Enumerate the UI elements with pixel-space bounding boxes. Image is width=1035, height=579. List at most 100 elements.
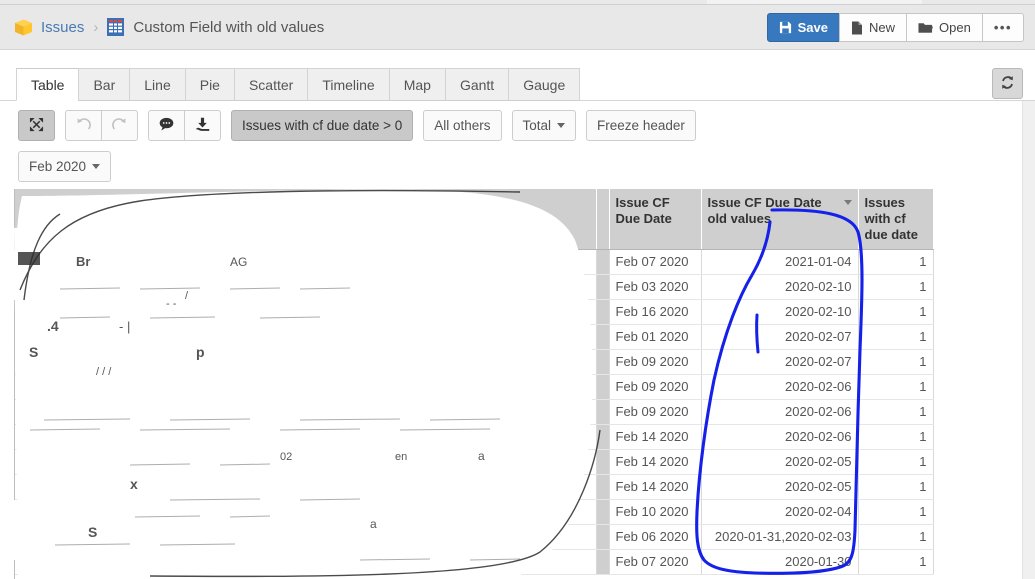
tab-line[interactable]: Line [129,68,185,101]
cell-issue-cf-due-date: Feb 03 2020 [609,274,701,299]
table-cell-hidden-group [15,349,596,374]
redo-icon [112,117,127,135]
table-row[interactable]: Feb 07 20202020-01-301 [15,549,933,574]
table-row[interactable]: Feb 16 20202020-02-101 [15,299,933,324]
cell-issue-cf-due-date: Feb 16 2020 [609,299,701,324]
document-actions-toolbar: Save New Open ••• [767,13,1024,42]
table-header-row: Issue CF Due Date Issue CF Due Date old … [15,189,933,249]
tab-bar[interactable]: Bar [78,68,130,101]
cell-issue-cf-due-date: Feb 14 2020 [609,424,701,449]
sort-descending-icon[interactable] [844,200,852,205]
tab-pie[interactable]: Pie [185,68,235,101]
table-cell-hidden-group [15,499,596,524]
cell-issues-with-cf-due-date: 1 [858,524,933,549]
cell-issues-with-cf-due-date: 1 [858,424,933,449]
table-row[interactable]: Feb 14 20202020-02-051 [15,449,933,474]
save-button[interactable]: Save [767,13,840,42]
column-header-issue-cf-due-date[interactable]: Issue CF Due Date [609,189,701,249]
tab-scatter[interactable]: Scatter [234,68,308,101]
total-dropdown[interactable]: Total [512,110,577,141]
all-others-group: All others [423,110,501,141]
vertical-scrollbar-gutter[interactable] [1022,101,1035,579]
table-row[interactable]: Feb 06 20202020-01-31,2020-02-031 [15,524,933,549]
freeze-header-label: Freeze header [597,118,685,133]
cube-icon [14,18,33,37]
redo-button[interactable] [101,110,138,141]
filter-active-label: Issues with cf due date > 0 [242,118,402,133]
period-group: Feb 2020 [18,151,111,182]
data-table-container[interactable]: Issue CF Due Date Issue CF Due Date old … [14,189,1021,579]
table-row-marker [596,449,609,474]
table-cell-hidden-group [15,549,596,574]
table-cell-hidden-group [15,324,596,349]
cell-issue-cf-due-date: Feb 07 2020 [609,549,701,574]
table-row[interactable]: Feb 14 20202020-02-061 [15,424,933,449]
tab-label: Gantt [460,77,494,93]
tab-label: Map [404,77,431,93]
table-row[interactable]: Feb 09 20202020-02-061 [15,399,933,424]
freeze-header-button[interactable]: Freeze header [586,110,696,141]
chevron-down-icon [557,123,565,128]
table-row-marker [596,549,609,574]
tab-label: Pie [200,77,220,93]
tab-map[interactable]: Map [389,68,446,101]
cell-issue-cf-due-date: Feb 06 2020 [609,524,701,549]
table-row-marker [596,374,609,399]
table-cell-hidden-group [15,524,596,549]
table-row[interactable]: Feb 09 20202020-02-071 [15,349,933,374]
cell-issue-cf-due-date-old-values: 2020-02-06 [701,399,858,424]
cell-issue-cf-due-date-old-values: 2020-02-06 [701,374,858,399]
cell-issues-with-cf-due-date: 1 [858,449,933,474]
more-options-button[interactable]: ••• [982,13,1024,42]
undo-redo-group [65,110,138,141]
breadcrumb: Issues › Custom Field with old values [0,18,324,37]
period-dropdown[interactable]: Feb 2020 [18,151,111,182]
tab-label: Scatter [249,77,293,93]
table-row[interactable]: Feb 09 20202020-02-061 [15,374,933,399]
tab-label: Timeline [322,77,374,93]
table-header-hidden-group[interactable] [15,189,596,249]
table-row[interactable]: Feb 01 20202020-02-071 [15,324,933,349]
comment-export-group [148,110,221,141]
download-button[interactable] [184,110,221,141]
new-button[interactable]: New [839,13,907,42]
cell-issue-cf-due-date: Feb 10 2020 [609,499,701,524]
filter-active-group: Issues with cf due date > 0 [231,110,413,141]
save-label: Save [798,20,828,35]
filter-issues-with-cf-due-date-button[interactable]: Issues with cf due date > 0 [231,110,413,141]
column-header-issue-cf-due-date-old-values[interactable]: Issue CF Due Date old values [701,189,858,249]
cell-issues-with-cf-due-date: 1 [858,349,933,374]
table-cell-hidden-group [15,399,596,424]
tab-timeline[interactable]: Timeline [307,68,389,101]
cell-issue-cf-due-date: Feb 09 2020 [609,349,701,374]
table-row-marker [596,524,609,549]
tab-gauge[interactable]: Gauge [508,68,580,101]
undo-button[interactable] [65,110,102,141]
cell-issue-cf-due-date-old-values: 2020-01-31,2020-02-03 [701,524,858,549]
new-label: New [869,20,895,35]
expand-button[interactable] [18,110,55,141]
cell-issues-with-cf-due-date: 1 [858,299,933,324]
tab-label: Gauge [523,77,565,93]
table-row-marker [596,349,609,374]
tab-table[interactable]: Table [16,68,79,101]
table-row[interactable]: Feb 03 20202020-02-101 [15,274,933,299]
floppy-disk-icon [779,21,792,34]
tab-gantt[interactable]: Gantt [445,68,509,101]
period-label: Feb 2020 [29,159,86,174]
column-header-issues-with-cf-due-date[interactable]: Issues with cf due date [858,189,933,249]
table-row[interactable]: Feb 07 20202021-01-041 [15,249,933,274]
table-cell-hidden-group [15,249,596,274]
table-row-marker [596,399,609,424]
refresh-button[interactable] [992,68,1023,99]
cell-issue-cf-due-date-old-values: 2020-02-04 [701,499,858,524]
table-row-marker [596,499,609,524]
open-button[interactable]: Open [906,13,983,42]
breadcrumb-link-issues[interactable]: Issues [41,19,84,36]
table-row[interactable]: Feb 14 20202020-02-051 [15,474,933,499]
all-others-button[interactable]: All others [423,110,501,141]
comment-button[interactable] [148,110,185,141]
document-icon [851,21,863,35]
ellipsis-icon: ••• [994,20,1012,35]
table-row[interactable]: Feb 10 20202020-02-041 [15,499,933,524]
